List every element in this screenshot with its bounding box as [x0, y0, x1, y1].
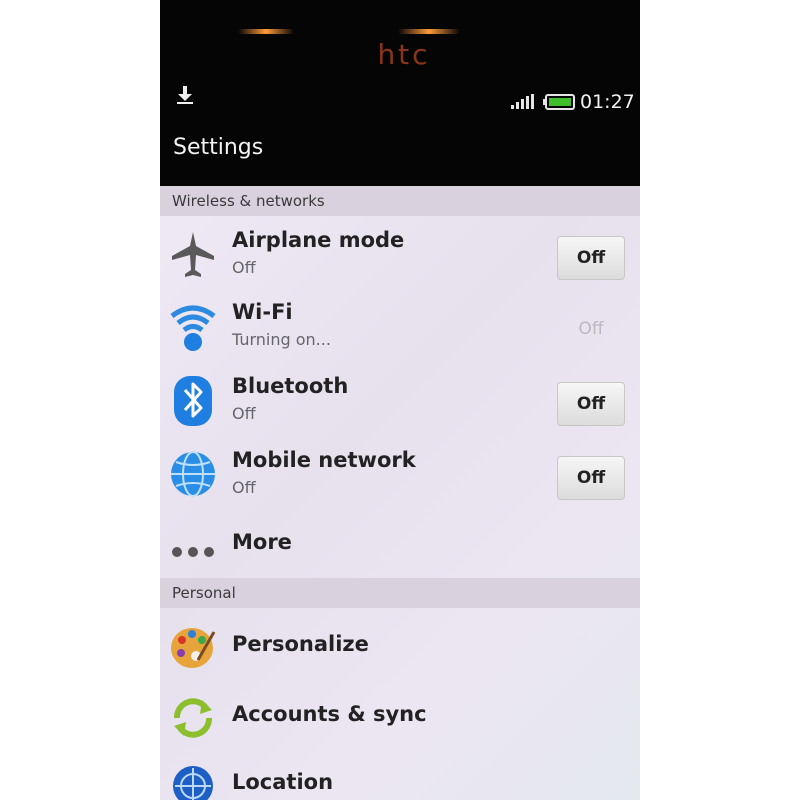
- accounts-sync-label: Accounts & sync: [232, 702, 427, 726]
- brand-logo: htc: [377, 38, 431, 71]
- earpiece-light-left: [238, 29, 294, 34]
- settings-item-wifi[interactable]: Wi-Fi Turning on... Off: [160, 290, 640, 362]
- download-icon[interactable]: [174, 84, 196, 106]
- section-header-personal: Personal: [160, 578, 640, 608]
- settings-item-bluetooth[interactable]: Bluetooth Off Off: [160, 364, 640, 436]
- settings-item-more[interactable]: More: [160, 508, 640, 578]
- more-label: More: [232, 530, 292, 554]
- mobile-network-toggle[interactable]: Off: [557, 456, 625, 500]
- settings-item-personalize[interactable]: Personalize: [160, 610, 640, 682]
- earpiece-light-right: [398, 29, 460, 34]
- wifi-icon: [170, 305, 216, 351]
- palette-icon: [171, 628, 216, 668]
- phone-screen: htc 01:27 Settings Wireless & networks A…: [160, 0, 640, 800]
- airplane-mode-status: Off: [232, 258, 256, 277]
- page-title: Settings: [173, 135, 264, 160]
- bluetooth-label: Bluetooth: [232, 374, 349, 398]
- bluetooth-icon: [174, 376, 212, 426]
- airplane-icon: [172, 232, 214, 277]
- airplane-mode-toggle[interactable]: Off: [557, 236, 625, 280]
- personalize-label: Personalize: [232, 632, 369, 656]
- bluetooth-status: Off: [232, 404, 256, 423]
- title-bar: Settings: [160, 120, 640, 186]
- mobile-network-status: Off: [232, 478, 256, 497]
- settings-list: Wireless & networks Airplane mode Off Of…: [160, 186, 640, 800]
- airplane-mode-label: Airplane mode: [232, 228, 405, 252]
- phone-bezel: htc: [160, 0, 640, 78]
- settings-item-mobile-network[interactable]: Mobile network Off Off: [160, 438, 640, 510]
- location-icon: [173, 766, 213, 800]
- wifi-toggle[interactable]: Off: [557, 308, 625, 352]
- settings-item-accounts-sync[interactable]: Accounts & sync: [160, 680, 640, 752]
- battery-icon: [543, 94, 575, 110]
- location-label: Location: [232, 770, 334, 794]
- wifi-status: Turning on...: [232, 330, 331, 349]
- mobile-network-label: Mobile network: [232, 448, 416, 472]
- bluetooth-toggle[interactable]: Off: [557, 382, 625, 426]
- more-icon: [172, 547, 214, 557]
- globe-icon: [171, 451, 215, 497]
- settings-item-airplane-mode[interactable]: Airplane mode Off Off: [160, 218, 640, 290]
- section-header-wireless: Wireless & networks: [160, 186, 640, 216]
- wifi-label: Wi-Fi: [232, 300, 293, 324]
- status-bar: 01:27: [160, 78, 640, 120]
- sync-icon: [174, 698, 212, 738]
- settings-item-location[interactable]: Location: [160, 748, 640, 800]
- signal-icon: [511, 94, 534, 109]
- status-clock: 01:27: [580, 91, 635, 113]
